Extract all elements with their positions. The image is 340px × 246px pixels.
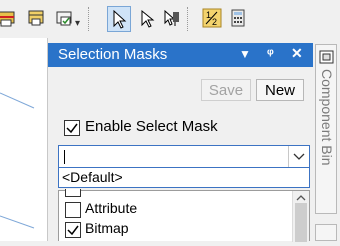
panel-menu-icon[interactable]: ▼: [239, 47, 251, 61]
chevron-down-icon: [293, 153, 305, 160]
selection-masks-panel: Selection Masks ▼ ᵠ ✕ Save New Enable Se…: [47, 38, 314, 242]
panel-title: Selection Masks: [58, 46, 168, 63]
print-preview-icon[interactable]: [26, 8, 46, 28]
select-icon[interactable]: [107, 6, 131, 32]
pin-icon[interactable]: ᵠ: [267, 45, 274, 61]
component-bin-tab[interactable]: Component Bin: [315, 44, 337, 214]
fraction-icon[interactable]: 1 2: [202, 8, 222, 28]
mask-type-list: Attribute Bitmap: [58, 189, 310, 242]
svg-text:1: 1: [206, 10, 211, 20]
list-item-label: Bitmap: [85, 220, 129, 236]
toolbar-separator: [88, 7, 90, 31]
scrollbar-thumb[interactable]: [295, 203, 307, 242]
drawing-canvas[interactable]: [0, 38, 47, 241]
print-icon[interactable]: [0, 8, 16, 28]
secondary-dock-tab[interactable]: [315, 224, 337, 241]
text-cursor: [64, 150, 65, 164]
list-item[interactable]: Attribute: [65, 199, 265, 219]
list-item-partial[interactable]: [65, 189, 265, 199]
overflow-chevron-icon[interactable]: ▾: [75, 18, 80, 29]
mask-name-combobox[interactable]: [58, 145, 310, 168]
save-button[interactable]: Save: [201, 79, 251, 101]
list-item-label: Attribute: [85, 200, 138, 216]
list-item-checkbox[interactable]: [65, 222, 81, 238]
enable-select-mask-label: Enable Select Mask: [85, 118, 218, 135]
new-button[interactable]: New: [256, 79, 304, 101]
list-item[interactable]: Bitmap: [65, 219, 265, 239]
list-scrollbar[interactable]: [292, 191, 309, 242]
select-cursor-icon[interactable]: [162, 8, 182, 28]
list-item-checkbox: [65, 189, 81, 197]
select-add-icon[interactable]: [137, 8, 157, 28]
close-icon[interactable]: ✕: [291, 45, 303, 62]
panel-title-bar[interactable]: Selection Masks ▼ ᵠ ✕: [48, 43, 314, 67]
combobox-dropdown-list: <Default>: [58, 168, 310, 188]
print-setup-icon[interactable]: [54, 8, 74, 28]
component-bin-icon: [319, 50, 334, 64]
svg-text:2: 2: [212, 17, 217, 27]
component-bin-label: Component Bin: [319, 69, 335, 166]
dropdown-option-default[interactable]: <Default>: [62, 169, 123, 185]
calculator-icon[interactable]: [228, 8, 248, 28]
right-dock: Component Bin: [313, 38, 340, 241]
toolbar: ▾ 1 2: [0, 0, 340, 38]
list-item-checkbox[interactable]: [65, 202, 81, 218]
combobox-dropdown-button[interactable]: [288, 146, 309, 167]
enable-select-mask-checkbox[interactable]: [64, 120, 80, 136]
toolbar-separator: [187, 7, 189, 31]
